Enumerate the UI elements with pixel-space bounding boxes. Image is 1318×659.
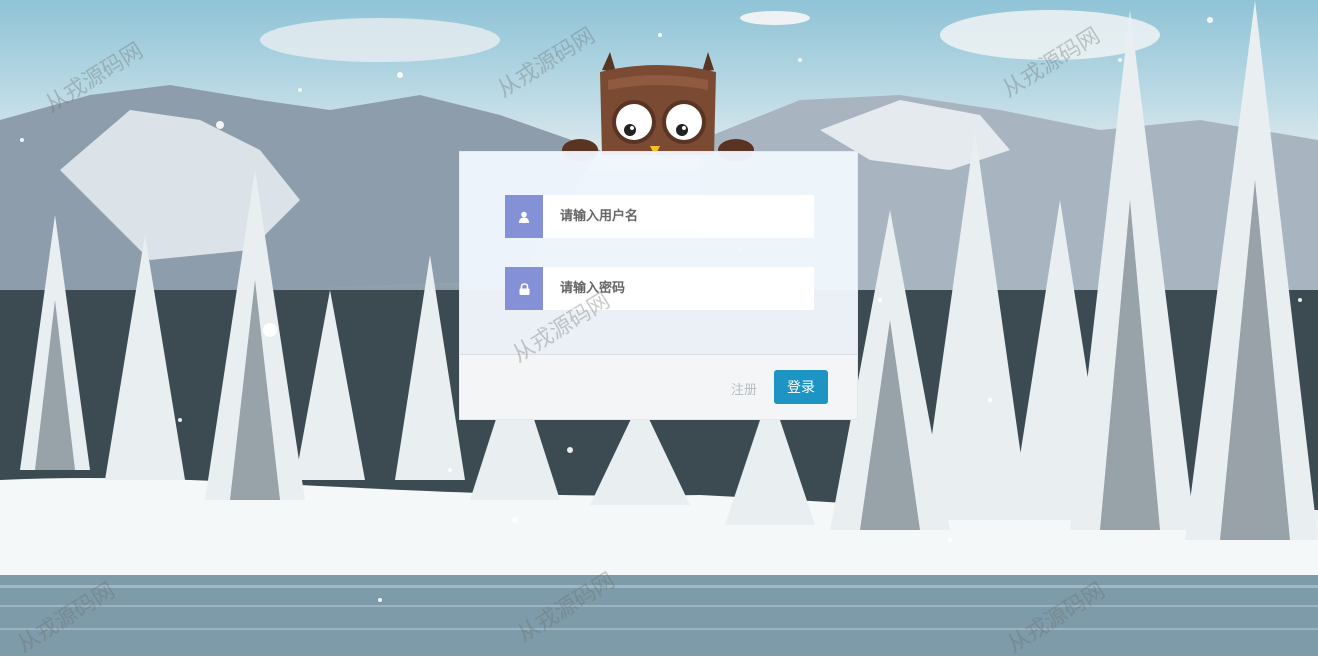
login-panel: 注册 登录 bbox=[459, 151, 858, 420]
owl-mascot-icon bbox=[562, 52, 754, 161]
register-link[interactable]: 注册 bbox=[731, 379, 757, 398]
login-button[interactable]: 登录 bbox=[774, 370, 828, 404]
password-input[interactable] bbox=[543, 267, 814, 310]
user-icon bbox=[505, 195, 543, 238]
login-panel-footer: 注册 登录 bbox=[460, 354, 857, 419]
password-field[interactable] bbox=[505, 267, 814, 310]
username-input[interactable] bbox=[543, 195, 814, 238]
lock-icon bbox=[505, 267, 543, 310]
username-field[interactable] bbox=[505, 195, 814, 238]
